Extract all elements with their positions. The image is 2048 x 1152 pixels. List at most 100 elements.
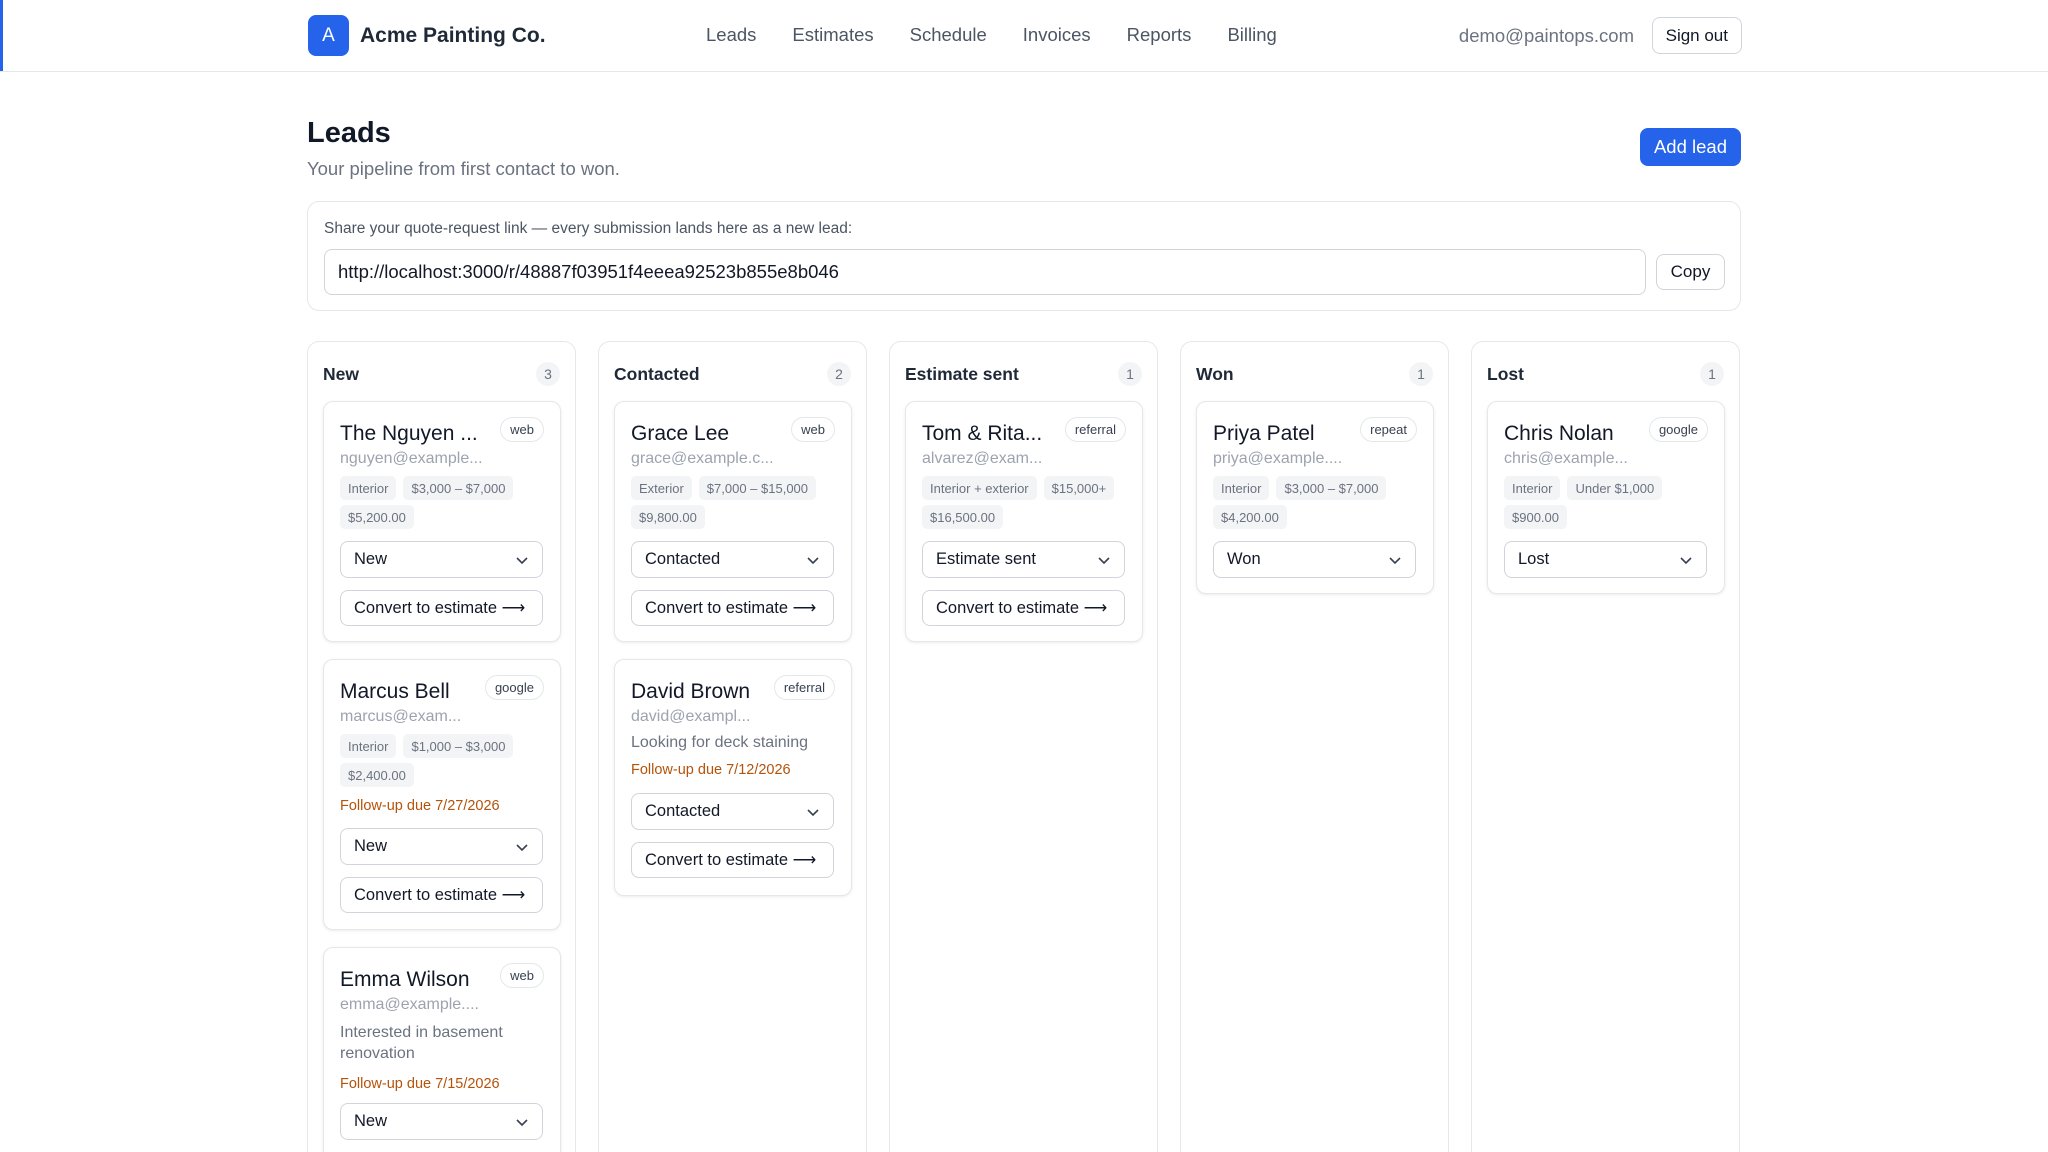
status-select[interactable]: New	[340, 1103, 543, 1140]
lead-email: marcus@exam...	[340, 708, 462, 725]
nav-schedule[interactable]: Schedule	[910, 24, 987, 46]
nav-billing[interactable]: Billing	[1227, 24, 1276, 46]
top-header: A Acme Painting Co. Leads Estimates Sche…	[0, 0, 2048, 72]
brand[interactable]: A Acme Painting Co.	[308, 15, 546, 56]
amount-tag: $16,500.00	[922, 505, 1004, 529]
source-badge: web	[791, 417, 835, 442]
column-count: 3	[536, 362, 560, 386]
status-select[interactable]: Won	[1213, 541, 1416, 578]
column-estimate-sent: Estimate sent 1 Tom & Rita... referral a…	[889, 341, 1158, 1152]
lead-name: Tom & Rita...	[922, 422, 1043, 445]
chevron-down-icon	[1098, 556, 1110, 564]
lead-email: emma@example....	[340, 996, 479, 1013]
lead-name: Emma Wilson	[340, 968, 470, 991]
convert-to-estimate-button[interactable]: Convert to estimate ⟶	[340, 590, 543, 626]
lead-card[interactable]: Tom & Rita... referral alvarez@exam... I…	[905, 401, 1143, 642]
column-lost: Lost 1 Chris Nolan google chris@example.…	[1471, 341, 1740, 1152]
follow-up-due: Follow-up due 7/27/2026	[340, 798, 500, 814]
sign-out-button[interactable]: Sign out	[1651, 17, 1742, 54]
column-title: Contacted	[614, 363, 700, 384]
convert-to-estimate-button[interactable]: Convert to estimate ⟶	[922, 590, 1125, 626]
job-type-tag: Interior + exterior	[922, 476, 1037, 500]
lead-name: Chris Nolan	[1504, 422, 1614, 445]
source-badge: google	[484, 675, 544, 700]
budget-tag: $1,000 – $3,000	[403, 734, 514, 758]
source-badge: repeat	[1360, 417, 1417, 442]
column-contacted: Contacted 2 Grace Lee web grace@example.…	[598, 341, 867, 1152]
job-type-tag: Interior	[1213, 476, 1270, 500]
status-select[interactable]: New	[340, 541, 543, 578]
chevron-down-icon	[807, 556, 819, 564]
share-link-label: Share your quote-request link — every su…	[324, 220, 853, 237]
source-badge: referral	[773, 675, 835, 700]
budget-tag: $3,000 – $7,000	[1276, 476, 1387, 500]
lead-email: nguyen@example...	[340, 450, 483, 467]
column-title: Won	[1196, 363, 1234, 384]
lead-card[interactable]: Marcus Bell google marcus@exam... Interi…	[323, 659, 561, 930]
lead-email: alvarez@exam...	[922, 450, 1043, 467]
lead-note: Interested in basement renovation	[340, 1024, 503, 1062]
source-badge: web	[500, 963, 544, 988]
nav-leads[interactable]: Leads	[706, 24, 756, 46]
budget-tag: Under $1,000	[1567, 476, 1663, 500]
status-value: Won	[1227, 550, 1261, 568]
status-select[interactable]: Contacted	[631, 793, 834, 830]
budget-tag: $3,000 – $7,000	[403, 476, 514, 500]
source-badge: web	[500, 417, 544, 442]
source-badge: google	[1648, 417, 1708, 442]
lead-email: chris@example...	[1504, 450, 1628, 467]
chevron-down-icon	[1680, 556, 1692, 564]
convert-to-estimate-button[interactable]: Convert to estimate ⟶	[631, 590, 834, 626]
job-type-tag: Interior	[340, 734, 397, 758]
page-subtitle: Your pipeline from first contact to won.	[307, 158, 620, 179]
column-count: 1	[1118, 362, 1142, 386]
chevron-down-icon	[516, 556, 528, 564]
amount-tag: $2,400.00	[340, 763, 414, 787]
share-link-panel: Share your quote-request link — every su…	[307, 201, 1741, 311]
copy-link-button[interactable]: Copy	[1656, 254, 1725, 290]
lead-card[interactable]: Priya Patel repeat priya@example.... Int…	[1196, 401, 1434, 594]
kanban-board: New 3 The Nguyen ... web nguyen@example.…	[307, 341, 1741, 1152]
status-value: Contacted	[645, 802, 721, 820]
amount-tag: $9,800.00	[631, 505, 705, 529]
amount-tag: $900.00	[1504, 505, 1567, 529]
share-link-input[interactable]	[324, 249, 1646, 295]
job-type-tag: Interior	[1504, 476, 1561, 500]
column-count: 2	[827, 362, 851, 386]
status-value: Lost	[1518, 550, 1550, 568]
lead-card[interactable]: The Nguyen ... web nguyen@example... Int…	[323, 401, 561, 642]
column-won: Won 1 Priya Patel repeat priya@example..…	[1180, 341, 1449, 1152]
lead-email: grace@example.c...	[631, 450, 774, 467]
column-count: 1	[1409, 362, 1433, 386]
amount-tag: $4,200.00	[1213, 505, 1287, 529]
status-select[interactable]: New	[340, 828, 543, 865]
nav-estimates[interactable]: Estimates	[792, 24, 873, 46]
lead-card[interactable]: Emma Wilson web emma@example.... Interes…	[323, 947, 561, 1152]
add-lead-button[interactable]: Add lead	[1640, 128, 1741, 166]
lead-card[interactable]: Grace Lee web grace@example.c... Exterio…	[614, 401, 852, 642]
status-value: New	[354, 1112, 388, 1130]
nav-reports[interactable]: Reports	[1127, 24, 1192, 46]
status-value: Estimate sent	[936, 550, 1036, 568]
chevron-down-icon	[516, 1118, 528, 1126]
convert-to-estimate-button[interactable]: Convert to estimate ⟶	[340, 877, 543, 913]
brand-name: Acme Painting Co.	[360, 23, 546, 47]
status-value: Contacted	[645, 550, 721, 568]
status-select[interactable]: Lost	[1504, 541, 1707, 578]
nav-invoices[interactable]: Invoices	[1023, 24, 1091, 46]
lead-card[interactable]: Chris Nolan google chris@example... Inte…	[1487, 401, 1725, 594]
page-title: Leads	[307, 117, 391, 149]
chevron-down-icon	[1389, 556, 1401, 564]
chevron-down-icon	[516, 843, 528, 851]
lead-name: Priya Patel	[1213, 422, 1315, 445]
status-select[interactable]: Contacted	[631, 541, 834, 578]
lead-card[interactable]: David Brown referral david@exampl... Loo…	[614, 659, 852, 896]
lead-name: Grace Lee	[631, 422, 730, 445]
follow-up-due: Follow-up due 7/15/2026	[340, 1076, 500, 1092]
convert-to-estimate-button[interactable]: Convert to estimate ⟶	[631, 842, 834, 878]
brand-logo: A	[308, 15, 349, 56]
status-select[interactable]: Estimate sent	[922, 541, 1125, 578]
amount-tag: $5,200.00	[340, 505, 414, 529]
lead-name: Marcus Bell	[340, 680, 450, 703]
user-email: demo@paintops.com	[1458, 25, 1634, 46]
